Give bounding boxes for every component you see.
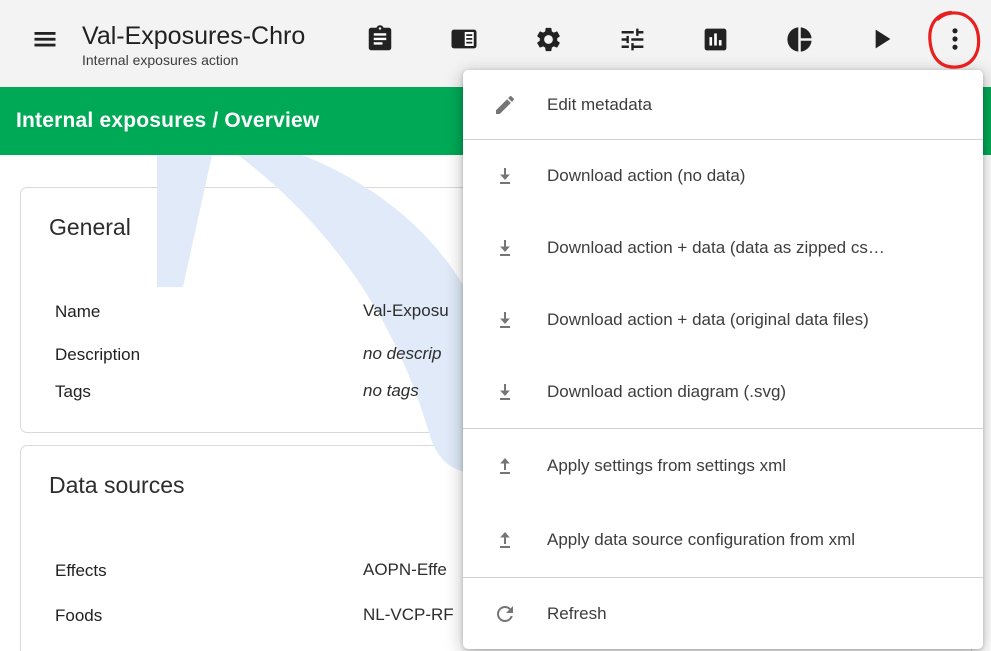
- settings-gear-icon: [534, 25, 563, 54]
- foods-value: NL-VCP-RF: [363, 605, 454, 625]
- app-subtitle: Internal exposures action: [82, 52, 342, 68]
- general-name-label: Name: [55, 302, 100, 322]
- menu-item-label: Edit metadata: [547, 95, 652, 115]
- menu-item-label: Download action (no data): [547, 166, 745, 186]
- effects-value: AOPN-Effe: [363, 560, 447, 580]
- run-action-button[interactable]: [861, 19, 901, 59]
- general-card-title: General: [49, 214, 131, 241]
- menu-item-apply-settings[interactable]: Apply settings from settings xml: [463, 429, 983, 503]
- general-tags-value: no tags: [363, 381, 419, 401]
- menu-item-download-action[interactable]: Download action (no data): [463, 140, 983, 212]
- more-options-menu: Edit metadata Download action (no data) …: [463, 70, 983, 649]
- edit-icon: [493, 93, 517, 117]
- general-description-label: Description: [55, 345, 140, 365]
- download-icon: [493, 236, 517, 260]
- menu-item-edit-metadata[interactable]: Edit metadata: [463, 70, 983, 139]
- menu-item-download-action-data-original[interactable]: Download action + data (original data fi…: [463, 284, 983, 356]
- hamburger-menu-icon: [31, 25, 59, 53]
- menu-item-label: Download action + data (data as zipped c…: [547, 238, 885, 258]
- reader-mode-button[interactable]: [444, 19, 484, 59]
- hamburger-menu-button[interactable]: [25, 19, 65, 59]
- play-icon: [865, 23, 897, 55]
- menu-item-download-diagram[interactable]: Download action diagram (.svg): [463, 356, 983, 428]
- app-title: Val-Exposures-Chro: [82, 22, 342, 50]
- app-title-block: Val-Exposures-Chro Internal exposures ac…: [82, 22, 342, 68]
- menu-item-label: Apply data source configuration from xml: [547, 530, 855, 550]
- upload-icon: [493, 528, 517, 552]
- more-options-kebab-icon: [941, 25, 969, 53]
- menu-item-label: Refresh: [547, 604, 607, 624]
- general-name-value: Val-Exposu: [363, 301, 449, 321]
- pie-chart-icon: [785, 25, 814, 54]
- reader-mode-icon: [449, 24, 479, 54]
- menu-item-refresh[interactable]: Refresh: [463, 578, 983, 649]
- tune-filters-button[interactable]: [612, 19, 652, 59]
- menu-item-download-action-data-zipped[interactable]: Download action + data (data as zipped c…: [463, 212, 983, 284]
- data-sources-card-title: Data sources: [49, 472, 185, 499]
- menu-item-label: Download action + data (original data fi…: [547, 310, 869, 330]
- report-clipboard-button[interactable]: [360, 19, 400, 59]
- upload-icon: [493, 454, 517, 478]
- download-icon: [493, 164, 517, 188]
- more-options-button[interactable]: [935, 19, 975, 59]
- tune-filters-icon: [618, 25, 647, 54]
- download-icon: [493, 308, 517, 332]
- breadcrumb: Internal exposures / Overview: [0, 109, 319, 133]
- foods-label: Foods: [55, 606, 102, 626]
- report-clipboard-icon: [365, 24, 395, 54]
- general-description-value: no descrip: [363, 344, 441, 364]
- bar-chart-button[interactable]: [695, 19, 735, 59]
- download-icon: [493, 380, 517, 404]
- menu-item-label: Download action diagram (.svg): [547, 382, 786, 402]
- refresh-icon: [493, 602, 517, 626]
- menu-item-label: Apply settings from settings xml: [547, 456, 786, 476]
- bar-chart-icon: [701, 25, 730, 54]
- settings-button[interactable]: [528, 19, 568, 59]
- effects-label: Effects: [55, 561, 107, 581]
- general-tags-label: Tags: [55, 382, 91, 402]
- screen: General Name Val-Exposu Description no d…: [0, 0, 991, 651]
- pie-chart-button[interactable]: [779, 19, 819, 59]
- menu-item-apply-datasource-config[interactable]: Apply data source configuration from xml: [463, 503, 983, 577]
